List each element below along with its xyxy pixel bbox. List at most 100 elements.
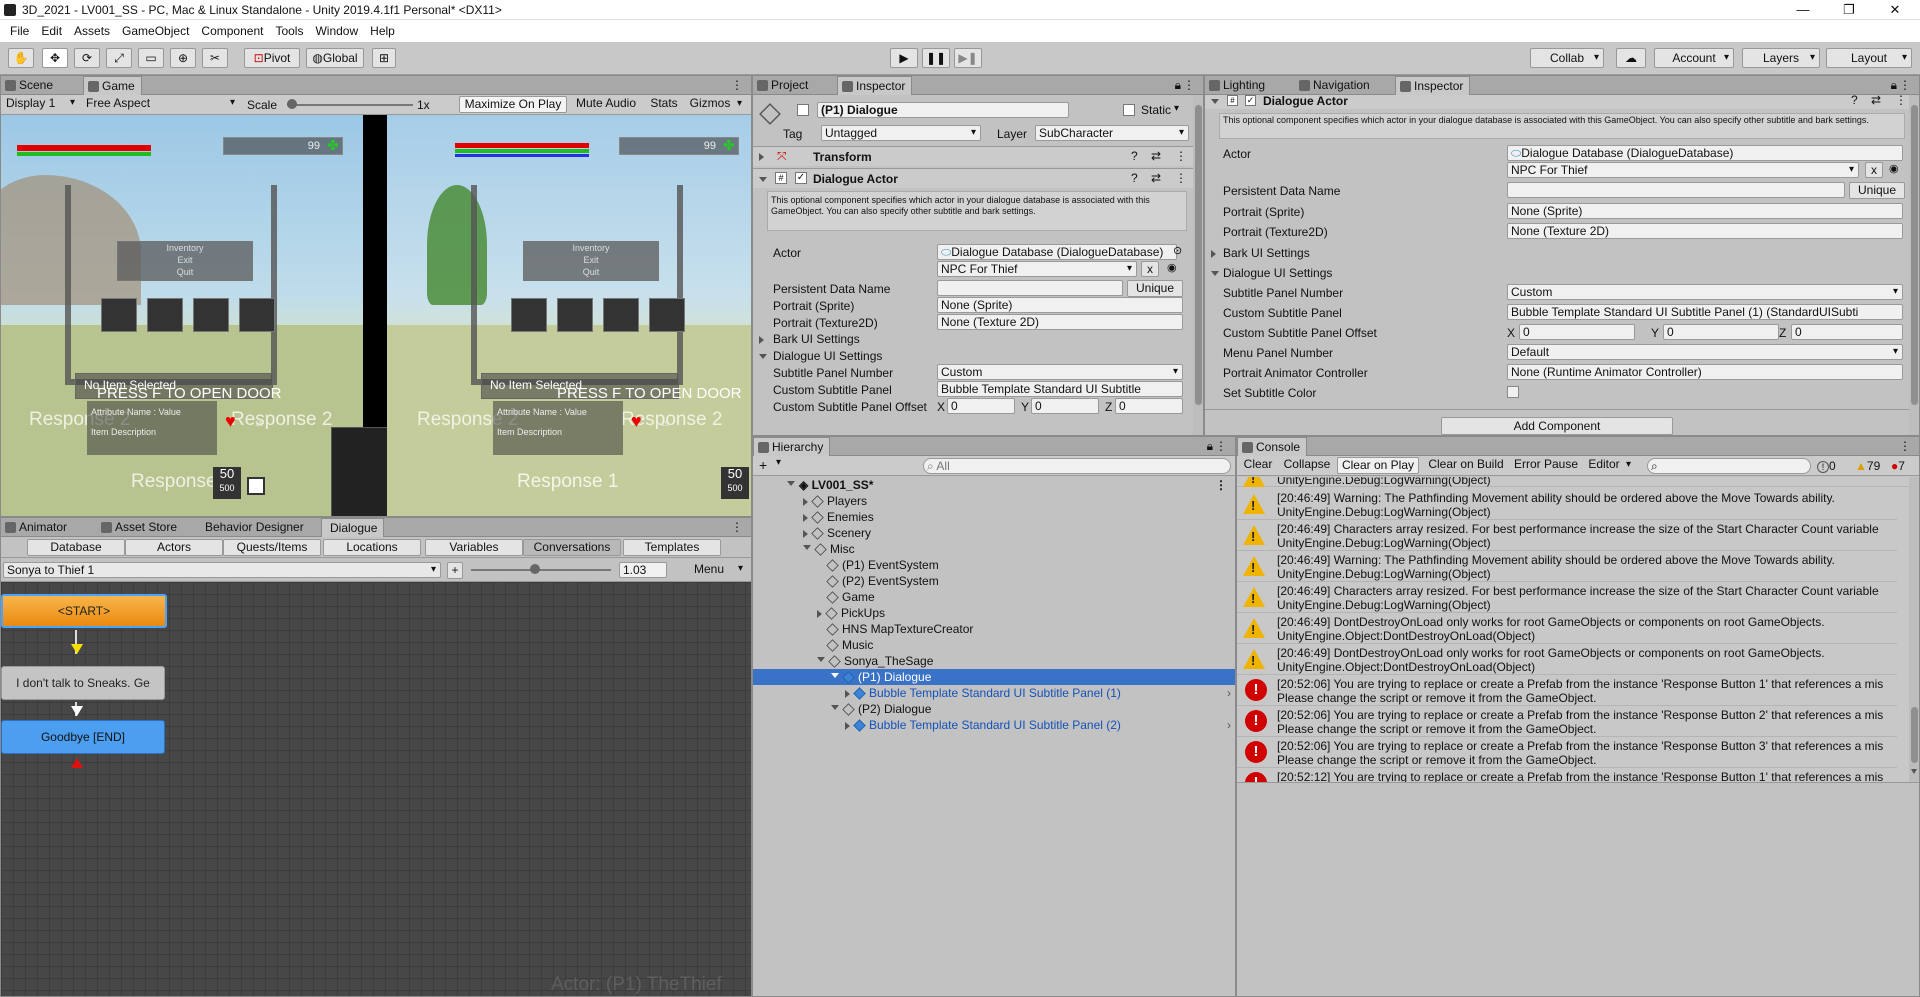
log-row-partial[interactable]: UnityEngine.Debug:LogWarning(Object): [1237, 477, 1909, 487]
subtab-actors[interactable]: Actors: [125, 539, 223, 556]
log-row[interactable]: ! [20:52:06] You are trying to replace or…: [1237, 675, 1897, 706]
dialogue-actor-header[interactable]: # ✓ Dialogue Actor ? ⇄ ⋮: [1205, 93, 1909, 109]
custom-subtitle-panel-field[interactable]: Bubble Template Standard UI Subtitle Pan…: [1507, 304, 1903, 320]
gizmos-toggle[interactable]: Gizmos: [685, 96, 735, 113]
console-detail-area[interactable]: [1237, 782, 1919, 996]
log-row[interactable]: [20:46:49] Characters array resized. For…: [1237, 520, 1897, 551]
scroll-down-arrow-icon[interactable]: [1911, 769, 1917, 774]
maximize-on-play-toggle[interactable]: Maximize On Play: [459, 96, 567, 113]
node-canvas[interactable]: <START> I don't talk to Sneaks. Ge Goodb…: [1, 582, 751, 996]
menu-exit[interactable]: Exit: [524, 254, 658, 266]
enabled-checkbox[interactable]: ✓: [1245, 95, 1256, 106]
conversation-dropdown[interactable]: Sonya to Thief 1: [3, 562, 441, 578]
tab-game[interactable]: Game: [83, 76, 142, 95]
bark-ui-foldout[interactable]: Bark UI Settings: [773, 332, 860, 346]
transform-tool-icon[interactable]: ⊕: [170, 48, 196, 68]
gizmos-dropdown-icon[interactable]: ▾: [737, 98, 742, 109]
list-item[interactable]: Game: [753, 589, 1235, 605]
expand-arrow-icon[interactable]: [759, 153, 764, 161]
expand-arrow-icon[interactable]: [759, 336, 764, 344]
editor-dropdown[interactable]: Editor: [1583, 457, 1635, 474]
collapse-button[interactable]: Collapse: [1279, 457, 1335, 474]
expand-arrow-icon[interactable]: [1211, 271, 1219, 280]
log-row[interactable]: [20:46:49] Warning: The Pathfinding Move…: [1237, 551, 1897, 582]
clear-on-play-toggle[interactable]: Clear on Play: [1337, 457, 1419, 474]
add-component-button[interactable]: Add Component: [1441, 417, 1673, 435]
tab-behavior-designer[interactable]: Behavior Designer: [197, 518, 310, 537]
scale-slider-knob[interactable]: [287, 99, 297, 109]
menu-edit[interactable]: Edit: [35, 24, 68, 38]
pause-button[interactable]: ❚❚: [922, 48, 950, 68]
rect-tool-icon[interactable]: ▭: [138, 48, 164, 68]
error-pause-toggle[interactable]: Error Pause: [1511, 457, 1581, 474]
offset-z-field[interactable]: 0: [1791, 324, 1903, 340]
actor-database-field[interactable]: ⬭Dialogue Database (DialogueDatabase): [937, 244, 1177, 260]
tab-inspector[interactable]: Inspector: [837, 76, 913, 95]
mute-audio-toggle[interactable]: Mute Audio: [570, 96, 642, 113]
lock-icon[interactable]: 🔒︎: [1891, 78, 1897, 93]
scrollbar[interactable]: [1909, 477, 1919, 782]
zoom-field[interactable]: 1.03: [619, 562, 667, 578]
panel-menu-icon[interactable]: ⋮: [1899, 78, 1911, 92]
menu-help[interactable]: Help: [364, 24, 401, 38]
hierarchy-search-input[interactable]: ⌕ All: [923, 458, 1231, 474]
tag-dropdown[interactable]: Untagged: [821, 125, 981, 141]
panel-menu-icon[interactable]: ⋮: [731, 78, 743, 92]
clear-actor-button[interactable]: x: [1865, 162, 1883, 178]
menu-file[interactable]: File: [4, 24, 35, 38]
inventory-slot[interactable]: [239, 298, 275, 332]
inventory-slot[interactable]: [101, 298, 137, 332]
log-row[interactable]: [20:46:49] Warning: The Pathfinding Move…: [1237, 489, 1897, 520]
error-count-toggle[interactable]: ●7: [1891, 459, 1905, 473]
global-toggle[interactable]: ◍Global: [306, 48, 364, 68]
game-viewport[interactable]: 99 ✤ Inventory Exit Quit No Item Selecte…: [1, 115, 751, 516]
rotate-tool-icon[interactable]: ⟳: [74, 48, 100, 68]
list-item[interactable]: Players: [753, 493, 1235, 509]
log-row[interactable]: ! [20:52:06] You are trying to replace or…: [1237, 706, 1897, 737]
subtab-templates[interactable]: Templates: [623, 539, 721, 556]
layout-dropdown[interactable]: Layout: [1826, 48, 1912, 68]
end-node[interactable]: Goodbye [END]: [1, 720, 165, 754]
inventory-slot[interactable]: [649, 298, 685, 332]
portrait-animator-field[interactable]: None (Runtime Animator Controller): [1507, 364, 1903, 380]
persistent-data-field[interactable]: [1507, 182, 1845, 198]
actor-dropdown[interactable]: NPC For Thief: [1507, 162, 1859, 178]
step-button[interactable]: ▶❚: [954, 48, 982, 68]
inventory-slot[interactable]: [193, 298, 229, 332]
enabled-checkbox[interactable]: ✓: [795, 172, 807, 184]
unique-button[interactable]: Unique: [1849, 182, 1905, 199]
start-node[interactable]: <START>: [1, 594, 167, 628]
info-count-toggle[interactable]: ! 0: [1817, 459, 1836, 473]
set-subtitle-color-checkbox[interactable]: [1507, 386, 1519, 398]
list-item[interactable]: (P1) EventSystem: [753, 557, 1235, 573]
actor-dropdown[interactable]: NPC For Thief: [937, 261, 1137, 277]
help-icon[interactable]: ?: [1851, 93, 1858, 107]
portrait-sprite-field[interactable]: None (Sprite): [937, 297, 1183, 313]
collab-dropdown[interactable]: Collab: [1530, 48, 1604, 68]
offset-y-field[interactable]: 0: [1031, 398, 1099, 414]
expand-arrow-icon[interactable]: [759, 177, 767, 186]
list-item[interactable]: Misc: [753, 541, 1235, 557]
tab-console[interactable]: Console: [1237, 437, 1308, 456]
component-menu-icon[interactable]: ⋮: [1895, 93, 1907, 107]
create-dropdown[interactable]: +: [759, 457, 785, 473]
maximize-button[interactable]: ❐: [1826, 0, 1872, 20]
expand-arrow-icon[interactable]: [803, 545, 811, 554]
menu-inventory[interactable]: Inventory: [118, 242, 252, 254]
tab-navigation[interactable]: Navigation: [1295, 76, 1376, 95]
actor-database-field[interactable]: ⬭Dialogue Database (DialogueDatabase): [1507, 145, 1903, 161]
expand-arrow-icon[interactable]: [831, 705, 839, 714]
list-item[interactable]: Music: [753, 637, 1235, 653]
bark-ui-foldout[interactable]: Bark UI Settings: [1223, 246, 1310, 260]
expand-arrow-icon[interactable]: [845, 721, 850, 730]
list-item[interactable]: Bubble Template Standard UI Subtitle Pan…: [753, 717, 1235, 733]
chevron-right-icon[interactable]: ›: [1227, 685, 1231, 701]
tab-lighting[interactable]: Lighting: [1205, 76, 1271, 95]
account-dropdown[interactable]: Account: [1654, 48, 1734, 68]
display-dropdown[interactable]: Display 1: [3, 96, 79, 112]
subtab-locations[interactable]: Locations: [323, 539, 421, 556]
help-icon[interactable]: ?: [1131, 171, 1138, 185]
lock-icon[interactable]: 🔒︎: [1207, 439, 1213, 454]
menu-panel-number-dropdown[interactable]: Default: [1507, 344, 1903, 360]
inventory-slot[interactable]: [603, 298, 639, 332]
